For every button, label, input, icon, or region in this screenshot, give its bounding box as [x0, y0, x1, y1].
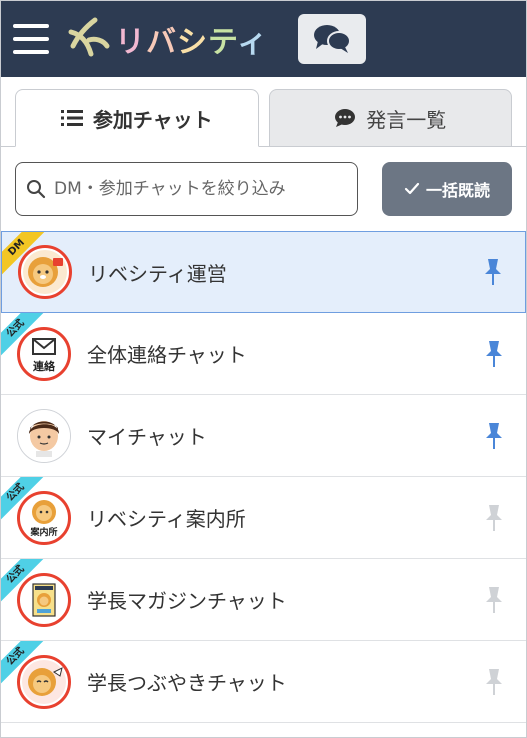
tab-joined-chats[interactable]: 参加チャット	[15, 89, 259, 147]
pin-icon[interactable]	[484, 585, 504, 615]
lion-mascot-icon	[23, 250, 67, 294]
filter-row: 一括既読	[1, 147, 526, 231]
chat-item[interactable]: 案内所 リベシティ案内所 公式	[1, 477, 526, 559]
search-input[interactable]	[54, 179, 347, 199]
chat-avatar: 連絡	[17, 326, 71, 381]
logo-char: シ	[177, 25, 208, 60]
chat-item[interactable]: マイチャット	[1, 395, 526, 477]
chat-name: 学長マガジンチャット	[87, 589, 287, 613]
person-avatar-icon	[18, 409, 70, 462]
chat-avatar	[17, 572, 71, 627]
search-box	[15, 162, 358, 216]
hamburger-icon[interactable]	[13, 24, 49, 54]
logo-char: リ	[115, 25, 146, 60]
pin-icon[interactable]	[484, 503, 504, 533]
envelope-icon: 連絡	[22, 331, 66, 376]
chat-name: 学長つぶやきチャット	[87, 671, 287, 695]
chat-item[interactable]: リベシティ運営 DM	[1, 231, 526, 313]
logo-char: テ	[208, 25, 238, 60]
chat-name: リベシティ運営	[88, 261, 227, 286]
list-icon	[60, 109, 83, 127]
lion-guide-icon: 案内所	[22, 495, 66, 540]
lion-tweet-icon	[22, 659, 66, 704]
app-logo[interactable]: リバシティ	[65, 15, 268, 63]
mark-all-read-button[interactable]: 一括既読	[382, 162, 512, 216]
app-frame: リバシティ 参加チャット 発言一覧 DM・参加チャットを絞り込み 一括既読 リベ…	[0, 0, 527, 738]
pin-icon[interactable]	[484, 421, 504, 451]
tab-posts-list[interactable]: 発言一覧	[268, 89, 512, 147]
search-icon	[26, 179, 46, 199]
chat-item[interactable]: 連絡 全体連絡チャット 公式	[1, 313, 526, 395]
chat-avatar	[17, 408, 71, 463]
chat-item[interactable]: 学長マガジンチャット 公式	[1, 559, 526, 641]
tab-bar: 参加チャット 発言一覧	[1, 77, 526, 147]
chat-avatar	[17, 654, 71, 709]
tab-label: 発言一覧	[366, 107, 447, 132]
top-header: リバシティ	[1, 1, 526, 77]
logo-char: ィ	[237, 25, 269, 60]
lion-magazine-icon	[22, 577, 66, 622]
chat-avatar	[18, 245, 72, 299]
chat-name: リベシティ案内所	[87, 507, 246, 531]
logo-char: バ	[146, 25, 177, 60]
pin-icon[interactable]	[484, 667, 504, 697]
pin-icon[interactable]	[483, 257, 503, 287]
chat-avatar: 案内所	[17, 490, 71, 545]
tab-label: 参加チャット	[92, 107, 213, 132]
chat-name: マイチャット	[87, 425, 207, 449]
comment-icon	[334, 108, 356, 128]
check-icon	[404, 182, 420, 196]
chat-toggle-button[interactable]	[298, 14, 367, 64]
avatar-caption: 連絡	[33, 359, 56, 373]
chat-bubbles-icon	[314, 25, 352, 53]
avatar-caption: 案内所	[29, 526, 57, 538]
pin-icon[interactable]	[484, 339, 504, 369]
logo-wordmark: リバシティ	[115, 17, 268, 61]
leaf-logo-icon	[68, 17, 110, 57]
chat-name: 全体連絡チャット	[87, 343, 247, 367]
chat-item[interactable]: 学長つぶやきチャット 公式	[1, 641, 526, 723]
chat-list: リベシティ運営 DM 連絡 全体連絡チャット 公式 マイチャット 案内所 リベシ…	[1, 231, 526, 723]
mark-all-read-label: 一括既読	[425, 181, 490, 200]
